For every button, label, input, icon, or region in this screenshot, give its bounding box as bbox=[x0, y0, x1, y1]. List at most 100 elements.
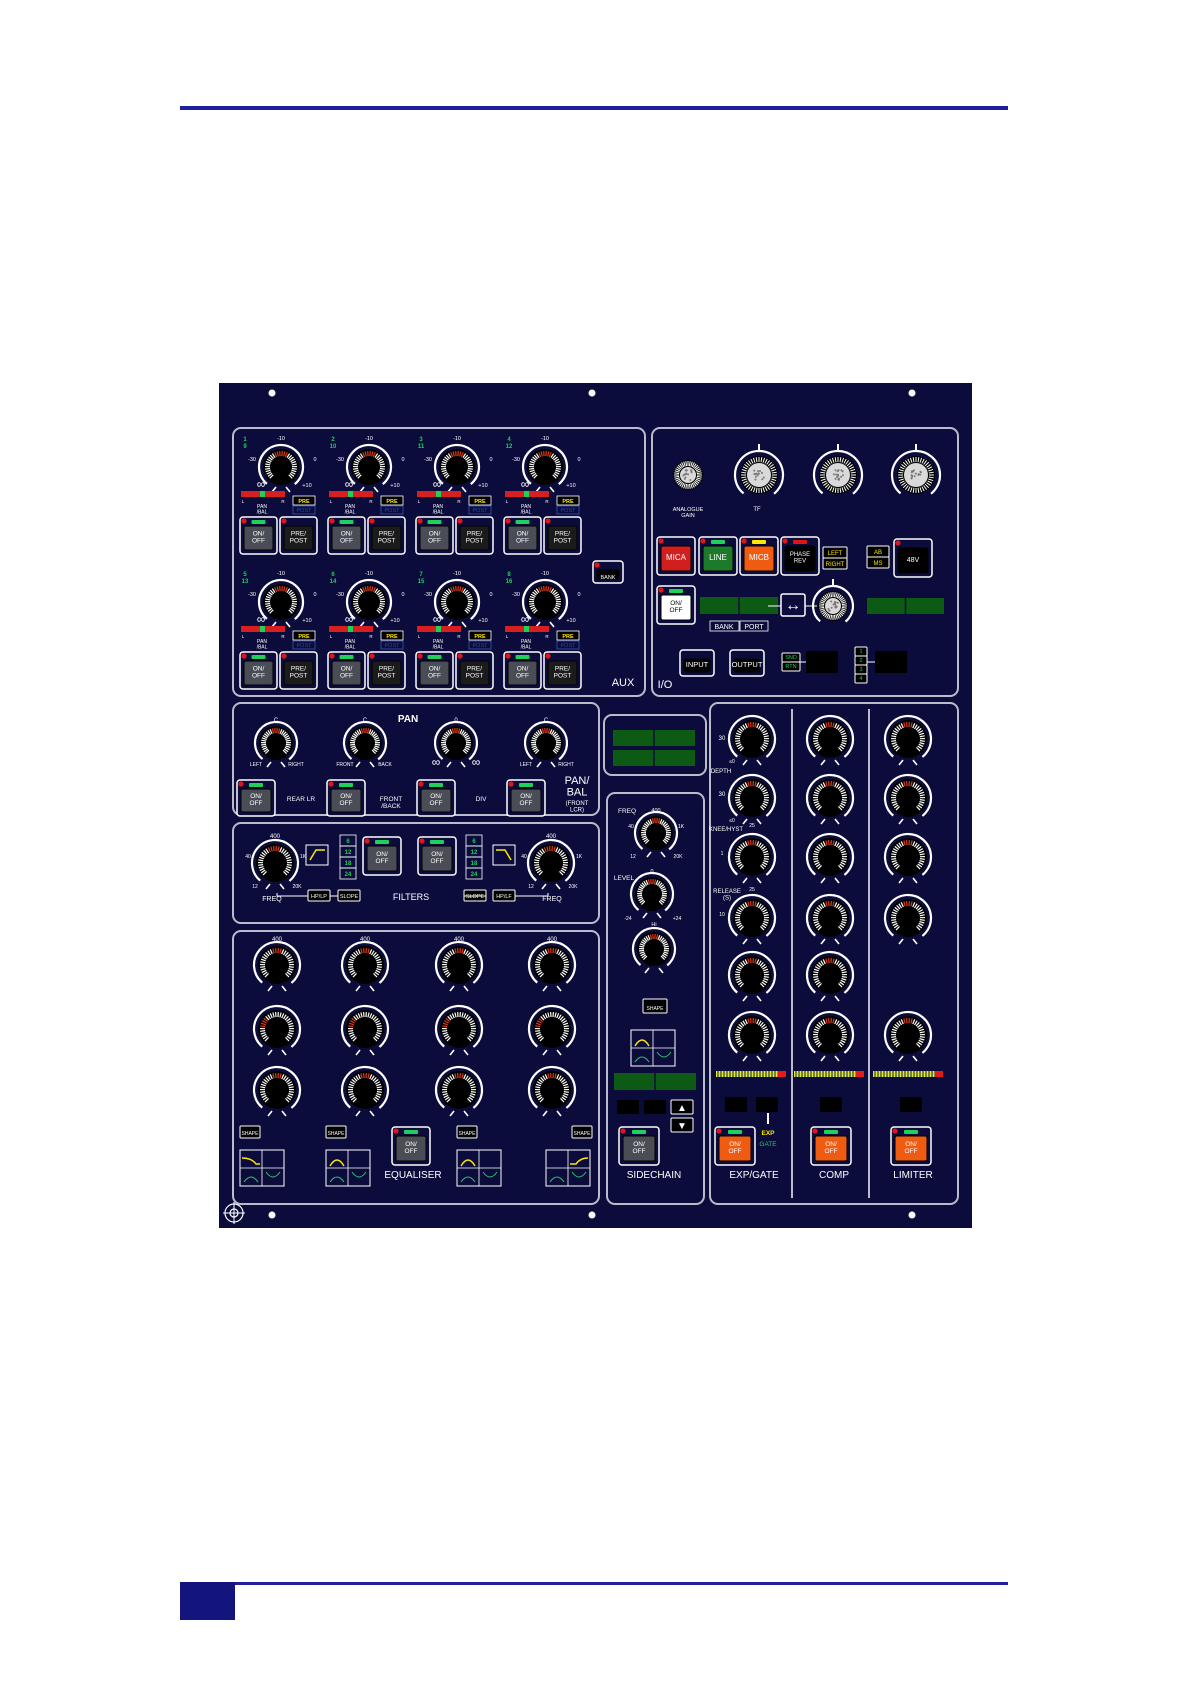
exp-gate-on-off-button[interactable]: ON/OFF bbox=[715, 1127, 755, 1165]
pan-on-off-button[interactable]: ON/OFF bbox=[507, 780, 545, 816]
aux-pre-post-button[interactable]: PRE/POST bbox=[544, 652, 581, 689]
hp-lf-shape-icon[interactable] bbox=[493, 845, 515, 865]
status-led bbox=[669, 589, 683, 593]
limiter-knob[interactable] bbox=[876, 886, 941, 951]
limiter-knob[interactable] bbox=[876, 1003, 941, 1068]
aux-pre-post-button[interactable]: PRE/POST bbox=[456, 652, 493, 689]
eq-knob[interactable] bbox=[520, 933, 585, 998]
comp-knob[interactable] bbox=[798, 707, 863, 772]
sc-up-button[interactable]: ▲ bbox=[671, 1100, 693, 1114]
eq-knob[interactable] bbox=[245, 933, 310, 998]
eq-shape-select-2[interactable] bbox=[326, 1150, 370, 1186]
eq-shape-select-1[interactable] bbox=[240, 1150, 284, 1186]
eq-shape-button[interactable]: SHAPE bbox=[240, 1126, 260, 1138]
sc-down-button[interactable]: ▼ bbox=[671, 1118, 693, 1132]
port-1-select[interactable]: 1 bbox=[855, 647, 867, 656]
filter-on-off-button[interactable]: ON/OFF bbox=[418, 837, 456, 875]
exp-gate-knob[interactable] bbox=[720, 1003, 785, 1068]
limiter-knob[interactable] bbox=[876, 707, 941, 772]
eq-knob[interactable] bbox=[520, 997, 585, 1062]
rtn-select[interactable]: RTN bbox=[782, 662, 800, 671]
right-select[interactable]: RIGHT bbox=[823, 558, 847, 569]
eq-knob[interactable] bbox=[427, 933, 492, 998]
slope-select-left[interactable]: 6 12 18 24 bbox=[340, 835, 356, 879]
eq-shape-button[interactable]: SHAPE bbox=[457, 1126, 477, 1138]
comp-knob[interactable] bbox=[798, 766, 863, 831]
eq-knob[interactable] bbox=[427, 1058, 492, 1123]
aux-pre-post-button[interactable]: PRE/POST bbox=[544, 517, 581, 554]
tf-knob[interactable] bbox=[725, 441, 793, 509]
pan-on-off-button[interactable]: ON/OFF bbox=[417, 780, 455, 816]
eq-knob[interactable] bbox=[427, 997, 492, 1062]
comp-knob[interactable] bbox=[798, 825, 863, 890]
limiter-on-off-button[interactable]: ON/OFF bbox=[891, 1127, 931, 1165]
aux-pre-post-button[interactable]: PRE/POST bbox=[368, 652, 405, 689]
phantom-48v-button[interactable]: 48V bbox=[894, 539, 932, 577]
comp-knob[interactable] bbox=[798, 943, 863, 1008]
comp-on-off-button[interactable]: ON/OFF bbox=[811, 1127, 851, 1165]
io-knob[interactable] bbox=[882, 441, 950, 509]
exp-gate-knob[interactable] bbox=[720, 943, 785, 1008]
ab-select[interactable]: AB bbox=[867, 546, 889, 557]
aux-pre-post-button[interactable]: PRE/POST bbox=[456, 517, 493, 554]
eq-knob[interactable] bbox=[245, 997, 310, 1062]
line-button[interactable]: LINE bbox=[699, 537, 737, 575]
port-4-select[interactable]: 4 bbox=[855, 674, 867, 683]
swap-arrow-icon[interactable]: ↔ bbox=[781, 594, 805, 616]
aux-on-off-button[interactable]: ON/OFF bbox=[240, 652, 277, 689]
hp-lp-button[interactable]: HP/LP bbox=[308, 890, 330, 901]
eq-knob[interactable] bbox=[245, 1058, 310, 1123]
hp-lp-shape-icon[interactable] bbox=[306, 845, 328, 865]
analogue-gain-knob[interactable] bbox=[673, 460, 703, 490]
io-on-off-button[interactable]: ON/OFF bbox=[657, 586, 695, 624]
comp-knob[interactable] bbox=[798, 1003, 863, 1068]
phase-rev-button[interactable]: PHASE REV bbox=[781, 537, 819, 575]
aux-on-off-button[interactable]: ON/OFF bbox=[240, 517, 277, 554]
eq-shape-button[interactable]: SHAPE bbox=[572, 1126, 592, 1138]
bank-port-knob[interactable] bbox=[805, 578, 861, 634]
hp-lf-button[interactable]: HP/LF bbox=[493, 890, 515, 901]
eq-knob[interactable] bbox=[333, 933, 398, 998]
eq-knob[interactable] bbox=[520, 1058, 585, 1123]
aux-on-off-button[interactable]: ON/OFF bbox=[328, 652, 365, 689]
exp-gate-knob[interactable] bbox=[720, 825, 785, 890]
limiter-knob[interactable] bbox=[876, 825, 941, 890]
aux-pre-post-button[interactable]: PRE/POST bbox=[368, 517, 405, 554]
ms-select[interactable]: MS bbox=[867, 557, 889, 568]
sc-q-knob[interactable] bbox=[624, 919, 683, 978]
filter-on-off-button[interactable]: ON/OFF bbox=[363, 837, 401, 875]
eq-knob[interactable] bbox=[333, 997, 398, 1062]
comp-knob[interactable] bbox=[798, 886, 863, 951]
aux-pre-post-button[interactable]: PRE/POST bbox=[280, 517, 317, 554]
aux-on-off-button[interactable]: ON/OFF bbox=[416, 517, 453, 554]
slope-select-right[interactable]: 6 12 18 24 bbox=[466, 835, 482, 879]
output-button[interactable]: OUTPUT bbox=[730, 650, 764, 676]
aux-on-off-button[interactable]: ON/OFF bbox=[504, 517, 541, 554]
eq-knob[interactable] bbox=[333, 1058, 398, 1123]
pan-knob-top: C bbox=[544, 718, 549, 724]
eq-shape-button[interactable]: SHAPE bbox=[326, 1126, 346, 1138]
mic-a-button[interactable]: MICA bbox=[657, 537, 695, 575]
aux-on-off-button[interactable]: ON/OFF bbox=[504, 652, 541, 689]
sc-shape-button[interactable]: SHAPE bbox=[643, 999, 667, 1013]
aux-pre-post-button[interactable]: PRE/POST bbox=[280, 652, 317, 689]
status-led bbox=[632, 1130, 646, 1134]
pan-on-off-button[interactable]: ON/OFF bbox=[327, 780, 365, 816]
aux-on-off-button[interactable]: ON/OFF bbox=[328, 517, 365, 554]
mic-b-button[interactable]: MICB bbox=[740, 537, 778, 575]
io-knob[interactable] bbox=[804, 441, 872, 509]
limiter-knob[interactable] bbox=[876, 766, 941, 831]
slope-button[interactable]: SLOPE bbox=[338, 890, 360, 901]
port-3-select[interactable]: 3 bbox=[855, 665, 867, 674]
eq-shape-select-4[interactable] bbox=[546, 1150, 590, 1186]
input-button[interactable]: INPUT bbox=[680, 650, 714, 676]
eq-on-off-button[interactable]: ON/OFF bbox=[392, 1127, 430, 1165]
port-2-select[interactable]: 2 bbox=[855, 656, 867, 665]
left-select[interactable]: LEFT bbox=[823, 547, 847, 558]
aux-on-off-button[interactable]: ON/OFF bbox=[416, 652, 453, 689]
sc-shape-select[interactable] bbox=[631, 1030, 675, 1066]
pan-on-off-button[interactable]: ON/OFF bbox=[237, 780, 275, 816]
snd-select[interactable]: SND bbox=[782, 653, 800, 662]
eq-shape-select-3[interactable] bbox=[457, 1150, 501, 1186]
sc-on-off-button[interactable]: ON/OFF bbox=[619, 1127, 659, 1165]
